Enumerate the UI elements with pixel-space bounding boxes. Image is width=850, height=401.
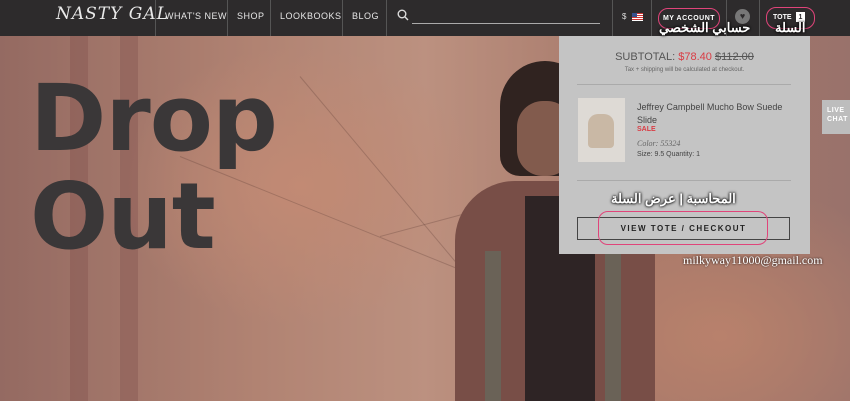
hero-headline: Drop Out: [30, 70, 278, 266]
nav-item-lookbooks[interactable]: LOOKBOOKS: [280, 11, 342, 21]
nav-divider: [386, 0, 387, 36]
nav-divider: [155, 0, 156, 36]
search-underline: [412, 23, 600, 24]
live-chat-line-1: LIVE: [827, 107, 845, 114]
headline-line-2: Out: [30, 163, 216, 270]
subtotal-label: SUBTOTAL:: [615, 51, 676, 63]
subtotal-original-price: $112.00: [714, 51, 754, 63]
nav-divider: [270, 0, 271, 36]
nav-item-whats-new[interactable]: WHAT'S NEW: [165, 11, 227, 21]
watermark-email: milkyway11000@gmail.com: [683, 253, 823, 267]
search-input[interactable]: [397, 9, 602, 25]
nav-divider: [651, 0, 652, 36]
currency-symbol[interactable]: $: [622, 12, 626, 21]
headline-line-1: Drop: [30, 65, 278, 172]
logo[interactable]: NASTY GAL: [56, 4, 169, 24]
annotation-tote: السلة: [775, 20, 806, 35]
divider: [577, 180, 791, 181]
nav-divider: [342, 0, 343, 36]
divider: [577, 84, 791, 85]
nav-divider: [227, 0, 228, 36]
annotation-account: حسابي الشخصي: [659, 20, 751, 35]
nav-item-shop[interactable]: SHOP: [237, 11, 265, 21]
product-thumbnail[interactable]: [578, 98, 625, 162]
live-chat-line-2: CHAT: [827, 116, 848, 123]
subtotal-price: $78.40: [678, 51, 712, 63]
nav-divider: [612, 0, 613, 36]
product-color: Color: 55324: [637, 139, 681, 148]
tax-note: Tax + shipping will be calculated at che…: [624, 67, 745, 73]
product-name[interactable]: Jeffrey Campbell Mucho Bow Suede Slide: [637, 101, 797, 127]
live-chat-tab[interactable]: LIVE CHAT: [822, 100, 850, 134]
us-flag-icon[interactable]: [632, 13, 643, 21]
annotation-checkout: المحاسبة | عرض السلة: [611, 191, 736, 206]
annotation-ring-checkout: [598, 211, 768, 245]
sale-badge: SALE: [637, 126, 656, 133]
subtotal: SUBTOTAL: $78.40 $112.00: [559, 51, 810, 63]
nav-item-blog[interactable]: BLOG: [352, 11, 379, 21]
nav-divider: [759, 0, 760, 36]
sandal-image: [588, 114, 614, 148]
product-size-quantity: Size: 9.5 Quantity: 1: [637, 151, 701, 158]
search-icon[interactable]: [397, 9, 409, 21]
